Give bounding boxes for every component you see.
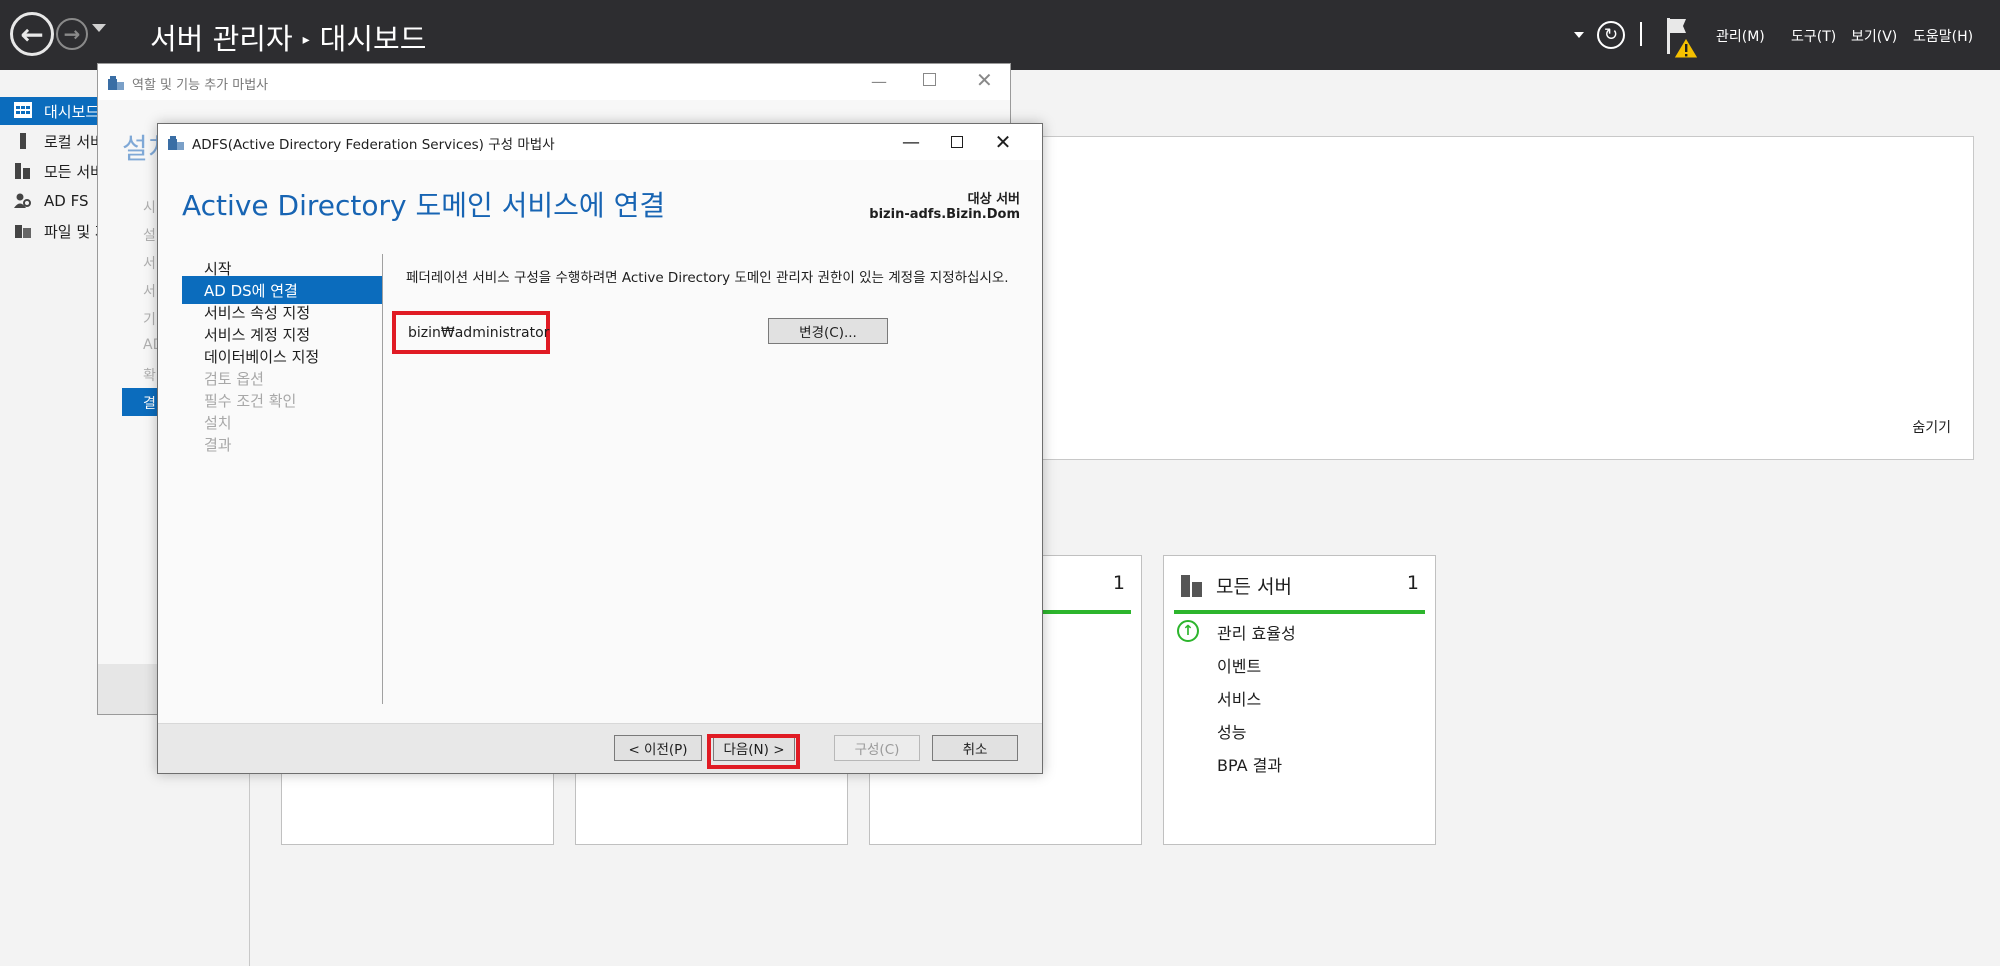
- close-button[interactable]: ✕: [980, 128, 1026, 156]
- step-item: 서: [143, 284, 156, 300]
- hide-link[interactable]: 숨기기: [1912, 417, 1951, 437]
- nav-label: 로컬 서버: [44, 132, 104, 151]
- tile-count: 1: [1112, 572, 1125, 594]
- nav-label: 대시보드: [44, 102, 100, 121]
- minimize-button[interactable]: —: [888, 128, 934, 156]
- account-name-highlighted: bizin₩administrator: [392, 311, 550, 354]
- page-title: 대시보드: [319, 22, 427, 56]
- breadcrumb: 서버 관리자 ▸ 대시보드: [150, 16, 426, 58]
- instruction-text: 페더레이션 서비스 구성을 수행하려면 Active Directory 도메인…: [406, 270, 1009, 286]
- tile-row-services[interactable]: 서비스: [1217, 686, 1261, 710]
- servers-icon: [14, 162, 32, 180]
- wizard-footer: < 이전(P) 다음(N) > 구성(C) 취소: [158, 723, 1042, 773]
- minimize-icon: —: [902, 131, 920, 153]
- forward-button[interactable]: →: [56, 18, 88, 50]
- dashboard-icon: [14, 102, 32, 120]
- history-dropdown[interactable]: [92, 24, 106, 32]
- next-button-highlight: [707, 734, 800, 769]
- wizard-icon: [168, 135, 184, 154]
- tile-row-performance[interactable]: 성능: [1217, 719, 1246, 743]
- target-server-label: 대상 서버: [967, 192, 1020, 207]
- welcome-panel: 숨기기: [1000, 136, 1974, 460]
- minimize-icon[interactable]: —: [871, 72, 887, 91]
- toolbar-divider: [1640, 22, 1642, 46]
- server-icon: [14, 132, 32, 150]
- adfs-config-wizard-window: ADFS(Active Directory Federation Service…: [157, 123, 1043, 774]
- menu-manage[interactable]: 관리(M): [1716, 26, 1765, 46]
- menu-tools[interactable]: 도구(T): [1791, 26, 1836, 46]
- maximize-button[interactable]: [934, 128, 980, 156]
- menu-view[interactable]: 보기(V): [1851, 26, 1897, 46]
- step-item: 설: [143, 228, 156, 244]
- folder-icon: [14, 222, 32, 240]
- step-item-selected: 결: [122, 388, 162, 416]
- tile-row-events[interactable]: 이벤트: [1217, 653, 1261, 677]
- tile-row-manageability[interactable]: 관리 효율성: [1217, 620, 1296, 644]
- window-titlebar: 역할 및 기능 추가 마법사 — ✕: [98, 64, 1010, 100]
- tile-status-bar: [1174, 610, 1425, 614]
- title-bar: ← → 서버 관리자 ▸ 대시보드 ↻ 관리(M) 도구(T) 보기(V) 도움말(…: [0, 0, 2000, 70]
- step-label: 결: [143, 396, 156, 412]
- cancel-button[interactable]: 취소: [932, 735, 1018, 761]
- all-servers-tile[interactable]: 모든 서버 1 ↑ 관리 효율성 이벤트 서비스 성능 BPA 결과: [1163, 555, 1436, 845]
- step-item: 확: [143, 368, 156, 384]
- tile-row-bpa[interactable]: BPA 결과: [1217, 752, 1282, 776]
- window-titlebar: ADFS(Active Directory Federation Service…: [158, 124, 1042, 160]
- adfs-icon: [14, 192, 32, 210]
- breadcrumb-root: 서버 관리자: [150, 22, 293, 56]
- steps-divider: [382, 254, 383, 704]
- page-heading: Active Directory 도메인 서비스에 연결: [182, 189, 666, 222]
- back-button[interactable]: ←: [10, 12, 54, 56]
- breadcrumb-separator: ▸: [302, 32, 310, 48]
- notifications-flag-icon[interactable]: [1664, 16, 1704, 60]
- wizard-icon: [108, 75, 124, 94]
- refresh-dropdown-icon[interactable]: [1574, 32, 1584, 38]
- step-results: 결과: [204, 435, 232, 454]
- account-name: bizin₩administrator: [408, 324, 550, 341]
- step-item: 서: [143, 256, 156, 272]
- step-item: 기: [143, 312, 156, 328]
- change-button[interactable]: 변경(C)...: [768, 318, 888, 344]
- nav-label: 모든 서버: [44, 162, 104, 181]
- servers-icon: [1180, 574, 1204, 603]
- refresh-icon[interactable]: ↻: [1597, 21, 1625, 49]
- previous-button[interactable]: < 이전(P): [614, 735, 702, 761]
- maximize-icon: [951, 136, 963, 148]
- configure-button: 구성(C): [834, 735, 920, 761]
- tile-title: 모든 서버: [1216, 576, 1292, 598]
- step-item: 시: [143, 200, 156, 216]
- target-server-name: bizin-adfs.Bizin.Dom: [869, 207, 1020, 222]
- status-ok-icon: ↑: [1177, 620, 1199, 642]
- tile-header: 모든 서버 1: [1176, 572, 1425, 602]
- menu-help[interactable]: 도움말(H): [1913, 26, 1973, 46]
- close-icon[interactable]: ✕: [976, 68, 993, 92]
- close-icon: ✕: [994, 130, 1012, 154]
- nav-label: AD FS: [44, 192, 89, 210]
- window-title: 역할 및 기능 추가 마법사: [132, 78, 269, 93]
- window-title: ADFS(Active Directory Federation Service…: [192, 137, 555, 153]
- tile-count: 1: [1406, 572, 1419, 594]
- maximize-icon[interactable]: [923, 73, 936, 86]
